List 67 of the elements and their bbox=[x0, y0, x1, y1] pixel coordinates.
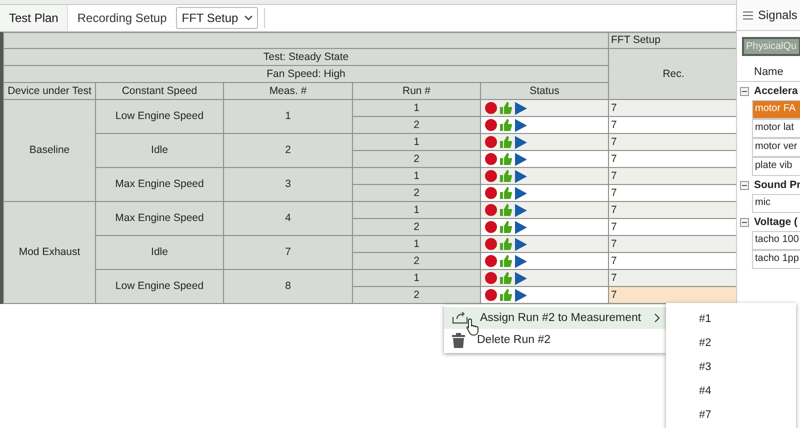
table-cell: Max Engine Speed bbox=[96, 202, 224, 236]
table-cell: 2 bbox=[352, 252, 480, 270]
tab[interactable]: Test Plan bbox=[0, 5, 68, 31]
column-header: Name bbox=[737, 62, 800, 82]
table-cell: 1 bbox=[352, 134, 480, 150]
table-cell: 1 bbox=[352, 168, 480, 184]
table-cell: 7 bbox=[608, 252, 738, 270]
table-cell: 7 bbox=[608, 150, 738, 168]
column-header: Status bbox=[480, 82, 608, 100]
signal-item[interactable]: plate vib bbox=[752, 157, 800, 176]
table-cell: 7 bbox=[608, 218, 738, 236]
test-header: Test: Steady State bbox=[4, 48, 608, 66]
menu-item[interactable]: #1 bbox=[666, 307, 796, 331]
signal-item[interactable]: tacho 1pp bbox=[752, 250, 800, 269]
signal-item[interactable]: motor ver bbox=[752, 138, 800, 157]
table-cell: 1 bbox=[352, 202, 480, 218]
table-cell: Low Engine Speed bbox=[96, 270, 224, 304]
table-cell: 2 bbox=[352, 218, 480, 236]
column-header: Run # bbox=[352, 82, 480, 100]
column-header: Device under Test bbox=[4, 82, 96, 100]
column-header: Meas. # bbox=[224, 82, 352, 100]
setup-dropdown[interactable]: FFT Setup bbox=[176, 7, 258, 29]
table-cell: 2 bbox=[352, 116, 480, 134]
column-header: Constant Speed bbox=[96, 82, 224, 100]
table-cell: 2 bbox=[352, 150, 480, 168]
table-cell: 2 bbox=[224, 134, 352, 168]
menu-item[interactable]: #4 bbox=[666, 379, 796, 403]
table-cell: Max Engine Speed bbox=[96, 168, 224, 202]
table-cell: 7 bbox=[608, 100, 738, 116]
table-cell: 4 bbox=[224, 202, 352, 236]
group-header: FFT Setup bbox=[608, 32, 738, 48]
signal-item[interactable]: motor lat bbox=[752, 119, 800, 138]
table-cell: 2 bbox=[352, 286, 480, 304]
table-cell: Mod Exhaust bbox=[4, 202, 96, 304]
signal-item[interactable]: mic bbox=[752, 194, 800, 213]
signal-item[interactable]: tacho 100 bbox=[752, 231, 800, 250]
table-cell: 7 bbox=[608, 202, 738, 218]
table-cell: 7 bbox=[608, 168, 738, 184]
table-cell: Baseline bbox=[4, 100, 96, 202]
table-cell: Low Engine Speed bbox=[96, 100, 224, 134]
menu-item[interactable]: Assign Run #2 to Measurement bbox=[444, 307, 666, 329]
table-cell: 3 bbox=[224, 168, 352, 202]
table-cell: 7 bbox=[224, 236, 352, 270]
table-cell: 7 bbox=[608, 270, 738, 286]
table-cell: Idle bbox=[96, 236, 224, 270]
menu-item[interactable]: #3 bbox=[666, 355, 796, 379]
table-cell: 1 bbox=[352, 100, 480, 116]
table-cell: 1 bbox=[352, 236, 480, 252]
group-label: Accelera bbox=[754, 85, 798, 97]
table-cell: 7 bbox=[608, 184, 738, 202]
menu-item[interactable]: #2 bbox=[666, 331, 796, 355]
column-header: Rec. bbox=[608, 48, 738, 100]
group-label: Voltage ( bbox=[754, 216, 798, 228]
fan-header: Fan Speed: High bbox=[4, 66, 608, 82]
table-cell: Idle bbox=[96, 134, 224, 168]
table-cell: 1 bbox=[224, 100, 352, 134]
menu-item[interactable]: #7 bbox=[666, 403, 796, 427]
table-cell: 7 bbox=[608, 286, 738, 304]
table-cell: 8 bbox=[224, 270, 352, 304]
table-cell: 7 bbox=[608, 134, 738, 150]
table-cell: 7 bbox=[608, 116, 738, 134]
table-cell: 1 bbox=[352, 270, 480, 286]
panel-title: Signals bbox=[758, 8, 798, 22]
menu-item[interactable]: Delete Run #2 bbox=[444, 329, 666, 351]
table-cell: 2 bbox=[352, 184, 480, 202]
table-cell: 7 bbox=[608, 236, 738, 252]
tab[interactable]: Recording Setup bbox=[68, 5, 176, 31]
